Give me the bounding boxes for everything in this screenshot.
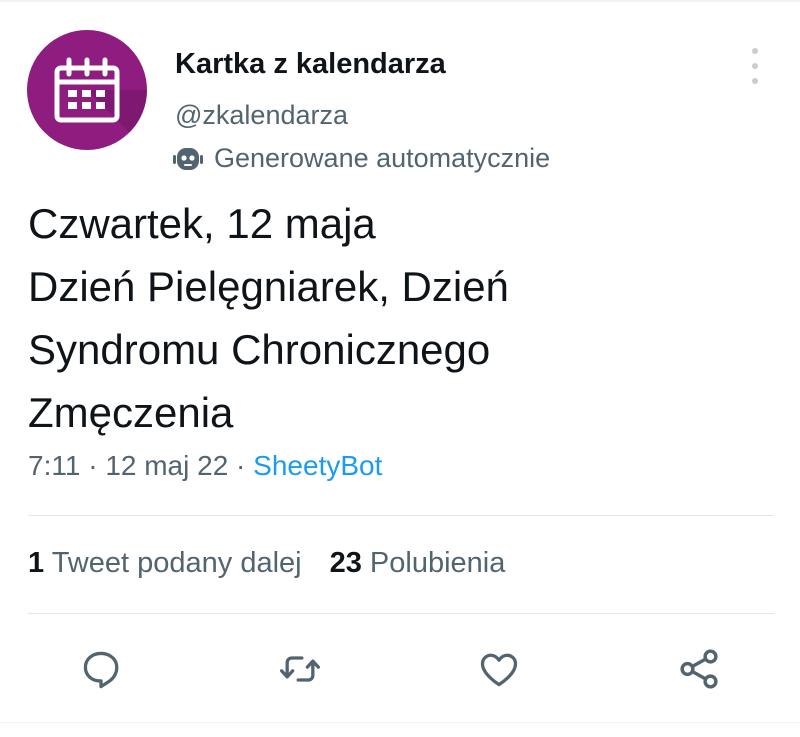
divider — [28, 613, 774, 614]
retweet-button[interactable] — [273, 642, 327, 696]
like-icon — [480, 653, 518, 687]
retweet-icon — [280, 656, 320, 682]
tweet-text: Czwartek, 12 maja Dzień Pielęgniarek, Dz… — [28, 192, 768, 444]
tweet-source-link[interactable]: SheetyBot — [253, 450, 382, 481]
reply-button[interactable] — [74, 642, 128, 696]
automated-label[interactable]: Generowane automatycznie — [172, 143, 550, 174]
tweet-line: Dzień Pielęgniarek, Dzień — [28, 263, 509, 310]
retweets-stat[interactable]: 1 Tweet podany dalej — [28, 547, 302, 580]
avatar[interactable] — [27, 30, 147, 150]
tweet-date[interactable]: 12 maj 22 — [105, 450, 228, 481]
divider — [28, 515, 774, 516]
tweet-meta: 7:11 · 12 maj 22 · SheetyBot — [28, 450, 382, 482]
author-handle[interactable]: @zkalendarza — [175, 100, 348, 131]
automated-text: Generowane automatycznie — [214, 143, 551, 173]
meta-separator: · — [80, 450, 106, 481]
bottom-divider — [0, 722, 800, 723]
share-icon — [680, 649, 718, 689]
likes-stat[interactable]: 23 Polubienia — [330, 547, 506, 580]
tweet-line: Syndromu Chronicznego — [28, 326, 491, 373]
share-button[interactable] — [672, 642, 726, 696]
tweet-line: Czwartek, 12 maja — [28, 200, 376, 247]
tweet-time[interactable]: 7:11 — [28, 450, 80, 481]
likes-count: 23 — [329, 547, 362, 579]
top-divider — [0, 0, 800, 2]
calendar-icon — [54, 57, 147, 150]
like-button[interactable] — [472, 642, 526, 696]
tweet-line: Zmęczenia — [28, 389, 234, 436]
more-options-icon[interactable] — [742, 48, 768, 84]
tweet-stats: 1 Tweet podany dalej 23 Polubienia — [28, 547, 505, 580]
author-name[interactable]: Kartka z kalendarza — [175, 48, 446, 81]
meta-separator: · — [228, 450, 254, 481]
retweets-count: 1 — [28, 547, 45, 579]
likes-label: Polubienia — [369, 547, 506, 579]
reply-icon — [83, 651, 119, 689]
retweets-label: Tweet podany dalej — [51, 547, 302, 579]
robot-icon — [173, 147, 203, 170]
